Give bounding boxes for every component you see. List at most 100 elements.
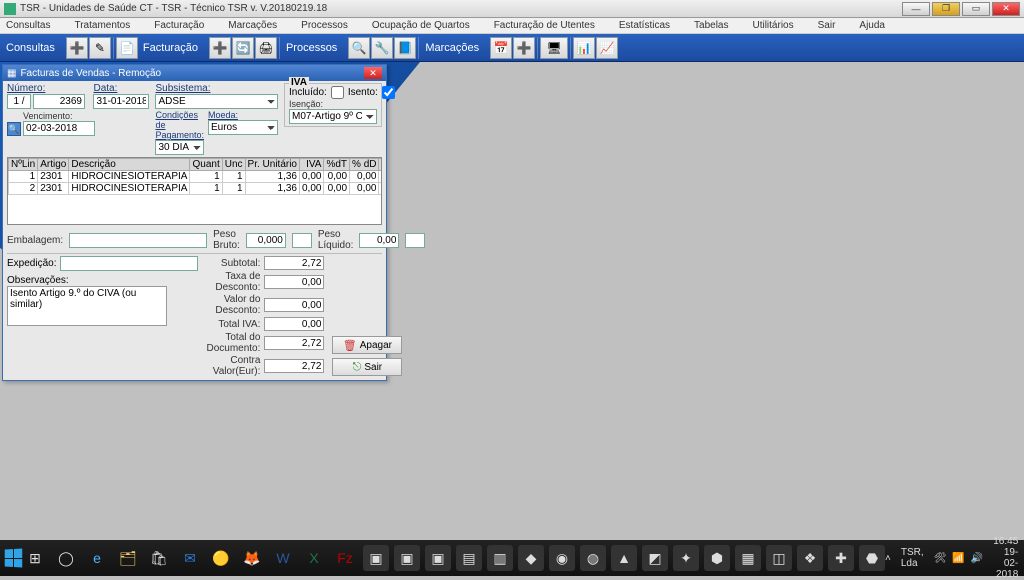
menu-ajuda[interactable]: Ajuda bbox=[859, 20, 885, 31]
dialog-close-button[interactable]: ✕ bbox=[364, 67, 382, 79]
tray-network-icon[interactable]: 📶 bbox=[952, 553, 964, 564]
toolbar-extra2-icon[interactable]: 📈 bbox=[596, 37, 618, 59]
chrome-icon[interactable]: 🟡 bbox=[208, 545, 234, 571]
menu-utilitarios[interactable]: Utilitários bbox=[752, 20, 793, 31]
filezilla-icon[interactable]: Fz bbox=[332, 545, 358, 571]
app-icon bbox=[4, 3, 16, 15]
toolbar-screen-icon[interactable]: 🖥 bbox=[540, 37, 568, 59]
restore-button[interactable]: ❐ bbox=[932, 2, 960, 16]
app17-icon[interactable]: ⬣ bbox=[859, 545, 885, 571]
minimize-button[interactable]: — bbox=[902, 2, 930, 16]
menu-consultas[interactable]: Consultas bbox=[6, 20, 50, 31]
table-row[interactable]: 22301HIDROCINESIOTERAPIA111,360,000,000,… bbox=[9, 183, 383, 195]
venc-label: Vencimento: bbox=[23, 111, 95, 121]
lines-grid[interactable]: NºLin Artigo Descrição Quant Unc Pr. Uni… bbox=[7, 157, 382, 225]
pesoliq-input[interactable] bbox=[359, 233, 399, 248]
toolbar-fact-print-icon[interactable]: 🖨 bbox=[255, 37, 277, 59]
toolbar-fact-new-icon[interactable]: ➕ bbox=[209, 37, 231, 59]
close-button[interactable]: ✕ bbox=[992, 2, 1020, 16]
app13-icon[interactable]: ▦ bbox=[735, 545, 761, 571]
toolbar-proc-config-icon[interactable]: 🔧 bbox=[371, 37, 393, 59]
embalagem-input[interactable] bbox=[69, 233, 207, 248]
store-icon[interactable]: 🛍 bbox=[146, 545, 172, 571]
menu-marcacoes[interactable]: Marcações bbox=[228, 20, 277, 31]
toolbar-proc-search-icon[interactable]: 🔍 bbox=[348, 37, 370, 59]
iva-incl-check[interactable] bbox=[331, 86, 344, 99]
explorer-icon[interactable]: 🗂 bbox=[115, 545, 141, 571]
pesobruto-unit-input[interactable] bbox=[292, 233, 312, 248]
tray-vol-icon[interactable]: 🔊 bbox=[971, 553, 983, 564]
excel-icon[interactable]: X bbox=[301, 545, 327, 571]
app10-icon[interactable]: ◩ bbox=[642, 545, 668, 571]
vencimento-input[interactable] bbox=[23, 121, 95, 136]
isen-select[interactable]: M07-Artigo 9º CIVA bbox=[289, 109, 377, 124]
sair-button[interactable]: ⎋Sair bbox=[332, 358, 402, 376]
toolbar-marc-add-icon[interactable]: ➕ bbox=[513, 37, 535, 59]
taskview-icon[interactable]: ⊞ bbox=[22, 545, 48, 571]
toolbar-proc-item-icon[interactable]: 📘 bbox=[394, 37, 416, 59]
menu-tabelas[interactable]: Tabelas bbox=[694, 20, 728, 31]
lookup-icon[interactable]: 🔍 bbox=[7, 122, 21, 136]
moeda-select[interactable]: Euros bbox=[208, 120, 278, 135]
app6-icon[interactable]: ◆ bbox=[518, 545, 544, 571]
toolbar-extra1-icon[interactable]: 📊 bbox=[573, 37, 595, 59]
table-row[interactable]: 12301HIDROCINESIOTERAPIA111,360,000,000,… bbox=[9, 171, 383, 183]
app11-icon[interactable]: ✦ bbox=[673, 545, 699, 571]
exped-input[interactable] bbox=[60, 256, 198, 271]
dialog-title-bar[interactable]: ▦ Facturas de Vendas - Remoção ✕ bbox=[3, 65, 386, 81]
numero-prefix-input[interactable] bbox=[7, 94, 31, 109]
obs-textarea[interactable]: Isento Artigo 9.º do CIVA (ou similar) bbox=[7, 286, 167, 326]
toolbar-processos-label: Processos bbox=[282, 42, 347, 54]
app15-icon[interactable]: ❖ bbox=[797, 545, 823, 571]
cond-select[interactable]: 30 DIAS bbox=[155, 140, 204, 155]
menu-fact-utentes[interactable]: Facturação de Utentes bbox=[494, 20, 595, 31]
app4-icon[interactable]: ▤ bbox=[456, 545, 482, 571]
app14-icon[interactable]: ◫ bbox=[766, 545, 792, 571]
menu-facturacao[interactable]: Facturação bbox=[154, 20, 204, 31]
taskbar-clock[interactable]: 16:45 19-02-2018 bbox=[993, 536, 1018, 580]
cortana-icon[interactable]: ◯ bbox=[53, 545, 79, 571]
firefox-icon[interactable]: 🦊 bbox=[239, 545, 265, 571]
menu-processos[interactable]: Processos bbox=[301, 20, 348, 31]
exped-label: Expedição: bbox=[7, 258, 56, 269]
obs-label: Observações: bbox=[7, 275, 198, 286]
tray-up-icon[interactable]: ˄ bbox=[885, 553, 891, 564]
app16-icon[interactable]: ✚ bbox=[828, 545, 854, 571]
toolbar-consultas-new-icon[interactable]: ➕ bbox=[66, 37, 88, 59]
app2-icon[interactable]: ▣ bbox=[394, 545, 420, 571]
subsistema-select[interactable]: ADSE bbox=[155, 94, 278, 109]
maximize-button[interactable]: ▭ bbox=[962, 2, 990, 16]
pesobruto-input[interactable] bbox=[246, 233, 286, 248]
toolbar-facturacao-doc-icon[interactable]: 📄 bbox=[116, 37, 138, 59]
invoice-dialog: ▦ Facturas de Vendas - Remoção ✕ Número:… bbox=[2, 64, 387, 381]
taxa-value[interactable] bbox=[264, 275, 324, 289]
title-bar: TSR - Unidades de Saúde CT - TSR - Técni… bbox=[0, 0, 1024, 18]
toolbar-marc-cal-icon[interactable]: 📅 bbox=[490, 37, 512, 59]
app9-icon[interactable]: ▲ bbox=[611, 545, 637, 571]
outlook-icon[interactable]: ✉ bbox=[177, 545, 203, 571]
tray-company: TSR, Lda bbox=[901, 547, 924, 569]
menu-tratamentos[interactable]: Tratamentos bbox=[74, 20, 130, 31]
menu-ocupacao[interactable]: Ocupação de Quartos bbox=[372, 20, 470, 31]
app8-icon[interactable]: ◍ bbox=[580, 545, 606, 571]
app12-icon[interactable]: ⬢ bbox=[704, 545, 730, 571]
start-button[interactable] bbox=[4, 544, 22, 572]
pesoliq-unit-input[interactable] bbox=[405, 233, 425, 248]
valordesc-label: Valor do Desconto: bbox=[206, 294, 260, 316]
menu-estatisticas[interactable]: Estatísticas bbox=[619, 20, 670, 31]
app5-icon[interactable]: ▥ bbox=[487, 545, 513, 571]
apagar-button[interactable]: 🗑Apagar bbox=[332, 336, 402, 354]
app1-icon[interactable]: ▣ bbox=[363, 545, 389, 571]
numero-input[interactable] bbox=[33, 94, 85, 109]
menu-sair[interactable]: Sair bbox=[818, 20, 836, 31]
iva-isento-check[interactable] bbox=[382, 86, 395, 99]
tray-tool-icon[interactable]: 🛠 bbox=[934, 553, 947, 564]
app7-icon[interactable]: ◉ bbox=[549, 545, 575, 571]
toolbar: Consultas ➕ ✎ 📄 Facturação ➕ 🔄 🖨 Process… bbox=[0, 34, 1024, 62]
toolbar-consultas-edit-icon[interactable]: ✎ bbox=[89, 37, 111, 59]
edge-icon[interactable]: e bbox=[84, 545, 110, 571]
menu-bar: Consultas Tratamentos Facturação Marcaçõ… bbox=[0, 18, 1024, 34]
toolbar-fact-refresh-icon[interactable]: 🔄 bbox=[232, 37, 254, 59]
word-icon[interactable]: W bbox=[270, 545, 296, 571]
app3-icon[interactable]: ▣ bbox=[425, 545, 451, 571]
